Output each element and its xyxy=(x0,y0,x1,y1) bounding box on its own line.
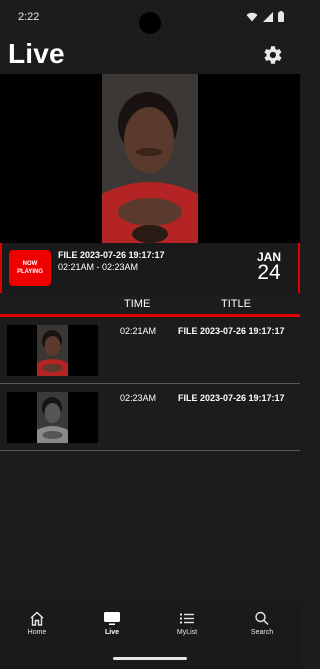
column-header-title: TITLE xyxy=(221,298,251,310)
status-bar: 2:22 xyxy=(0,0,300,36)
camera-cutout xyxy=(139,12,161,34)
video-person-image xyxy=(102,74,198,243)
column-header-time: TIME xyxy=(124,298,151,310)
nav-item-search[interactable]: Search xyxy=(232,611,292,636)
nav-label-search: Search xyxy=(250,629,274,636)
thumbnail-image xyxy=(37,325,68,376)
now-playing-title: FILE 2023-07-26 19:17:17 xyxy=(58,250,165,260)
video-frame xyxy=(102,74,198,243)
thumbnail-image xyxy=(37,392,68,443)
nav-label-live: Live xyxy=(104,629,119,636)
wifi-icon xyxy=(246,12,258,21)
tv-icon xyxy=(104,612,120,625)
accent-bar-left xyxy=(0,243,2,293)
row-divider xyxy=(0,450,300,451)
accent-bar-right xyxy=(298,243,300,293)
list-item[interactable]: 02:21AM FILE 2023-07-26 19:17:17 xyxy=(0,317,300,383)
settings-button[interactable] xyxy=(260,43,284,67)
nav-item-live[interactable]: Live xyxy=(82,611,142,636)
row-time: 02:23AM xyxy=(120,393,157,403)
search-icon xyxy=(255,611,269,626)
nav-label-home: Home xyxy=(27,629,47,636)
badge-line-1: NOW xyxy=(22,261,38,267)
nav-item-mylist[interactable]: MyList xyxy=(157,611,217,636)
badge-line-2: PLAYING xyxy=(16,269,44,275)
row-title: FILE 2023-07-26 19:17:17 xyxy=(178,326,285,336)
nav-item-home[interactable]: Home xyxy=(7,611,67,636)
thumbnail xyxy=(7,325,98,376)
list-icon xyxy=(180,613,194,624)
status-icons xyxy=(246,11,284,22)
thumbnail xyxy=(7,392,98,443)
page-title: Live xyxy=(8,38,65,69)
now-playing-card[interactable]: NOW PLAYING FILE 2023-07-26 19:17:17 02:… xyxy=(0,243,300,293)
battery-icon xyxy=(278,11,284,22)
row-title: FILE 2023-07-26 19:17:17 xyxy=(178,393,285,403)
video-player[interactable] xyxy=(0,74,300,243)
app-header: Live xyxy=(0,36,300,74)
row-time: 02:21AM xyxy=(120,326,157,336)
gear-icon xyxy=(264,46,282,64)
schedule-header: TIME TITLE xyxy=(0,293,300,314)
home-indicator[interactable] xyxy=(113,657,187,660)
now-playing-time-range: 02:21AM - 02:23AM xyxy=(58,262,139,272)
signal-icon xyxy=(263,11,273,22)
now-playing-badge: NOW PLAYING xyxy=(9,250,51,286)
list-item[interactable]: 02:23AM FILE 2023-07-26 19:17:17 xyxy=(0,384,300,450)
nav-label-mylist: MyList xyxy=(176,629,198,636)
status-time: 2:22 xyxy=(18,11,40,23)
home-icon xyxy=(30,611,44,626)
date-day: 24 xyxy=(257,261,281,284)
